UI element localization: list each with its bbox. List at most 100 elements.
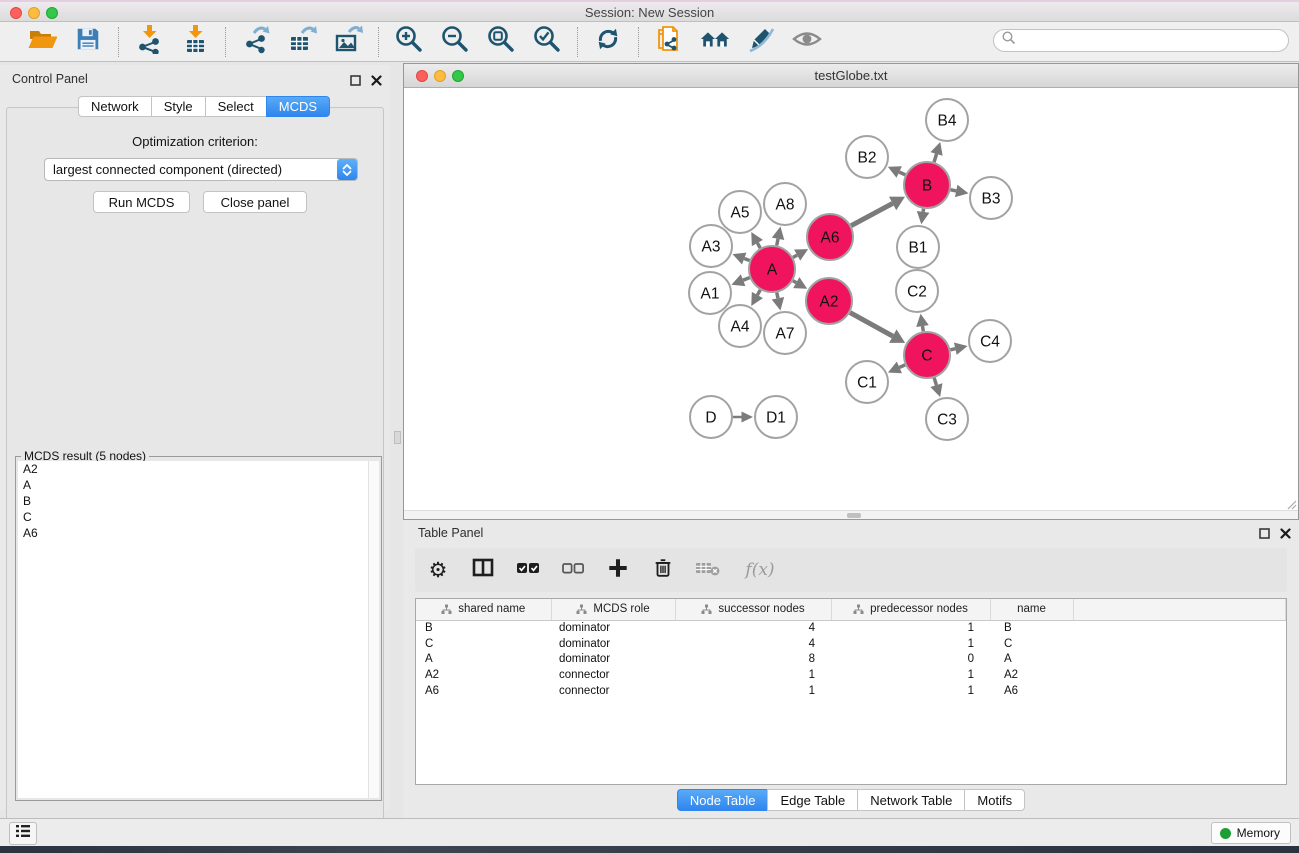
show-columns-button[interactable] <box>470 557 496 583</box>
graph-node-label: A5 <box>731 205 750 222</box>
zoom-out-button[interactable] <box>439 26 471 58</box>
graph-edge[interactable] <box>743 278 750 281</box>
import-network-button[interactable] <box>133 26 165 58</box>
graph-node-label: B4 <box>938 113 957 130</box>
tab-network[interactable]: Network <box>78 96 151 117</box>
table-cell: dominator <box>551 636 675 652</box>
control-panel-tabs: Network Style Select MCDS <box>78 96 330 117</box>
network-graph[interactable]: AA1A2A3A4A5A6A7A8BB1B2B3B4CC1C2C3C4DD1 <box>404 88 1298 510</box>
network-window-titlebar[interactable]: testGlobe.txt <box>404 64 1298 88</box>
select-all-button[interactable] <box>515 557 541 583</box>
export-image-button[interactable] <box>332 26 364 58</box>
graph-edge[interactable] <box>777 239 778 246</box>
table-cell: B <box>990 620 1073 636</box>
graph-edge[interactable] <box>899 365 905 368</box>
table-cell: connector <box>551 667 675 683</box>
export-network-button[interactable] <box>240 26 272 58</box>
table-row[interactable]: Adominator80A <box>416 651 1286 667</box>
graph-edge[interactable] <box>744 259 749 261</box>
task-history-button[interactable] <box>9 822 37 845</box>
table-toolbar: ⚙ f(x) <box>415 548 1287 592</box>
search-box[interactable] <box>993 29 1289 52</box>
export-table-button[interactable] <box>286 26 318 58</box>
save-session-button[interactable] <box>72 26 104 58</box>
column-header-name[interactable]: name <box>990 599 1073 620</box>
graph-node-label: B1 <box>909 240 928 257</box>
graph-edge[interactable] <box>851 203 892 225</box>
column-header-mcds-role[interactable]: MCDS role <box>551 599 675 620</box>
graph-edge[interactable] <box>757 290 760 295</box>
search-input[interactable] <box>1017 34 1288 48</box>
hide-annotations-button[interactable] <box>745 26 777 58</box>
graph-node-label: C2 <box>907 284 927 301</box>
home-networks-button[interactable] <box>699 26 731 58</box>
panel-splitter-handle[interactable] <box>394 431 401 444</box>
graph-edge[interactable] <box>934 154 937 162</box>
network-hscroll-thumb[interactable] <box>847 513 861 518</box>
table-cell: dominator <box>551 651 675 667</box>
graph-edge[interactable] <box>793 281 796 283</box>
resize-grip-icon[interactable] <box>1285 497 1297 509</box>
memory-button[interactable]: Memory <box>1211 822 1291 844</box>
network-hscrollbar[interactable] <box>404 510 1298 519</box>
graph-edge[interactable] <box>922 326 923 331</box>
result-item[interactable]: A2 <box>18 461 368 477</box>
table-settings-button[interactable]: ⚙ <box>425 557 451 583</box>
save-floppy-icon <box>74 25 102 58</box>
open-session-button[interactable] <box>26 26 58 58</box>
tab-select[interactable]: Select <box>205 96 266 117</box>
delete-table-icon <box>695 557 721 584</box>
table-row[interactable]: Cdominator41C <box>416 636 1286 652</box>
delete-column-button[interactable] <box>650 557 676 583</box>
graph-edge[interactable] <box>950 349 955 350</box>
table-cell: A2 <box>990 667 1073 683</box>
zoom-in-button[interactable] <box>393 26 425 58</box>
show-graphics-button[interactable] <box>791 26 823 58</box>
zoom-fit-button[interactable] <box>485 26 517 58</box>
add-column-button[interactable] <box>605 557 631 583</box>
close-panel-button[interactable]: Close panel <box>203 191 307 213</box>
float-panel-icon[interactable] <box>1259 526 1270 544</box>
graph-node-label: D <box>705 410 716 427</box>
close-panel-icon[interactable] <box>371 73 382 91</box>
graph-edge[interactable] <box>777 293 778 299</box>
import-table-button[interactable] <box>179 26 211 58</box>
result-item[interactable]: C <box>18 509 368 525</box>
result-scrollbar[interactable] <box>369 461 379 798</box>
graph-edge[interactable] <box>757 243 760 248</box>
zoom-selected-button[interactable] <box>531 26 563 58</box>
unselect-all-button[interactable] <box>560 557 586 583</box>
tab-motifs[interactable]: Motifs <box>964 789 1025 811</box>
graph-edge[interactable] <box>951 190 957 191</box>
result-item[interactable]: A <box>18 477 368 493</box>
plus-icon <box>607 557 629 584</box>
graph-edge[interactable] <box>899 172 905 175</box>
column-header-shared-name[interactable]: shared name <box>416 599 551 620</box>
criterion-select[interactable]: largest connected component (directed) <box>44 158 358 181</box>
graph-edge[interactable] <box>934 378 936 385</box>
table-row[interactable]: A6connector11A6 <box>416 683 1286 699</box>
control-panel: Control Panel Network Style Select MCDS … <box>0 65 390 810</box>
tab-edge-table[interactable]: Edge Table <box>767 789 857 811</box>
graph-edge-arrowhead <box>742 412 754 423</box>
tab-node-table[interactable]: Node Table <box>677 789 768 811</box>
graph-edge[interactable] <box>793 255 797 257</box>
graph-edge[interactable] <box>850 313 893 337</box>
tab-style[interactable]: Style <box>151 96 205 117</box>
result-item[interactable]: B <box>18 493 368 509</box>
close-panel-icon[interactable] <box>1280 526 1291 544</box>
table-cell: 0 <box>831 651 990 667</box>
table-row[interactable]: Bdominator41B <box>416 620 1286 636</box>
float-panel-icon[interactable] <box>350 73 361 91</box>
apply-layout-button[interactable] <box>592 26 624 58</box>
result-item[interactable]: A6 <box>18 525 368 541</box>
table-row[interactable]: A2connector11A2 <box>416 667 1286 683</box>
columns-icon <box>471 556 495 585</box>
tab-mcds[interactable]: MCDS <box>266 96 330 117</box>
tab-network-table[interactable]: Network Table <box>857 789 964 811</box>
column-header-predecessor-nodes[interactable]: predecessor nodes <box>831 599 990 620</box>
network-from-file-button[interactable] <box>653 26 685 58</box>
run-mcds-button[interactable]: Run MCDS <box>93 191 190 213</box>
network-canvas[interactable]: AA1A2A3A4A5A6A7A8BB1B2B3B4CC1C2C3C4DD1 <box>404 88 1298 519</box>
column-header-successor-nodes[interactable]: successor nodes <box>675 599 831 620</box>
